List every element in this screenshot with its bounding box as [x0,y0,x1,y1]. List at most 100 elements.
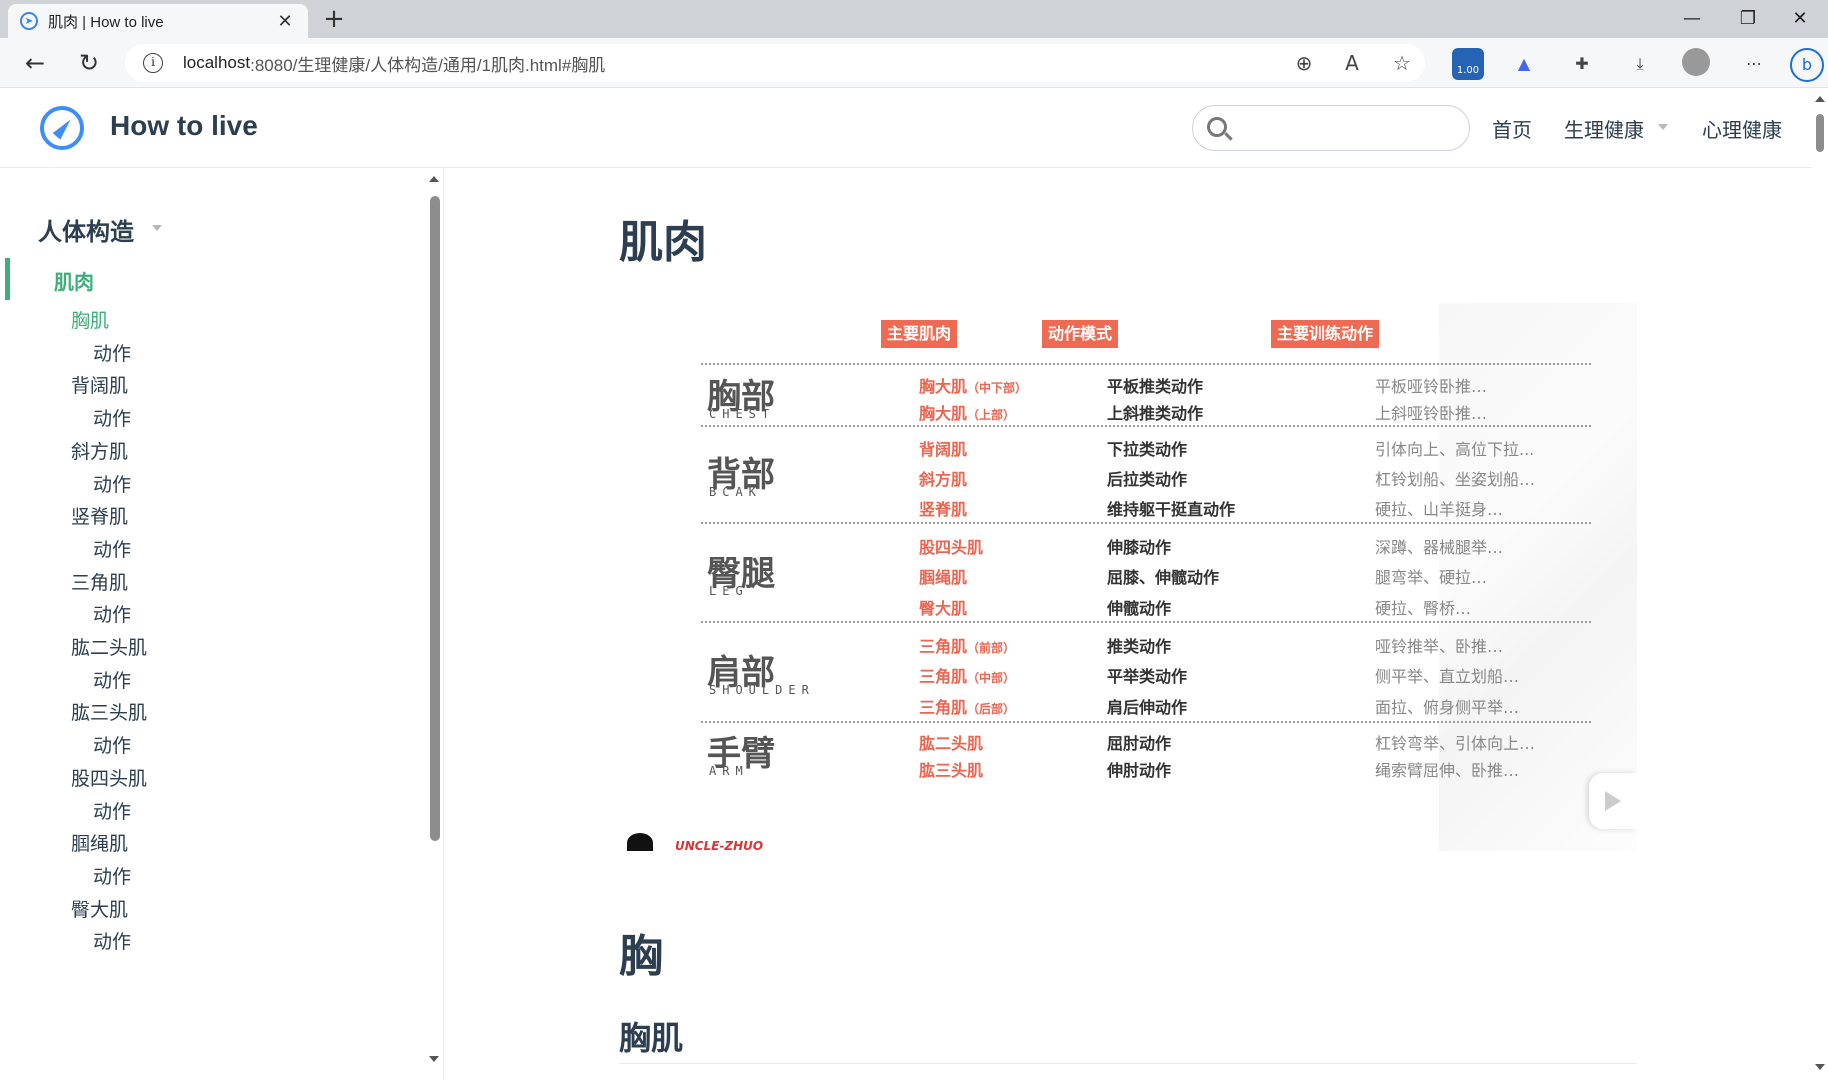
movement-pattern: 肩后伸动作 [1107,698,1188,717]
scroll-up-icon[interactable] [1815,96,1825,102]
sidebar-subitem-action[interactable]: 动作 [93,862,131,889]
scrollbar-thumb[interactable] [430,196,440,841]
favorite-star-icon[interactable]: ☆ [1383,44,1421,82]
sidebar-subitem-action[interactable]: 动作 [93,927,131,954]
sidebar-item[interactable]: 股四头肌 [71,764,147,791]
muscle-name: 胸大肌（上部） [919,400,1015,424]
extension-badge-icon[interactable]: 1.00 [1452,48,1484,80]
scroll-down-icon[interactable] [429,1056,439,1062]
sidebar-item[interactable]: 臀大肌 [71,895,128,922]
scroll-up-icon[interactable] [429,176,439,182]
sidebar-item[interactable]: 腘绳肌 [71,829,128,856]
puzzle-icon[interactable]: ✚ [1566,48,1598,80]
muscle-part: （中下部） [967,381,1028,395]
page-title: 肌肉 [619,217,707,268]
muscle-part: （中部） [967,671,1016,685]
exercise-list: 硬拉、臀桥… [1375,599,1472,618]
url-input[interactable]: i localhost:8080/生理健康/人体构造/通用/1肌肉.html#胸… [125,44,1425,82]
sidebar-subitem-action[interactable]: 动作 [93,600,131,627]
page-scrollbar[interactable] [1812,88,1828,1080]
sidebar-subitem-action[interactable]: 动作 [93,666,131,693]
sidebar-item[interactable]: 肱三头肌 [71,698,147,725]
body-part-english: BCAK [709,485,762,499]
sidebar-subitem-action[interactable]: 动作 [93,731,131,758]
body-part-english: LEG [709,584,749,598]
sidebar-subitem-action[interactable]: 动作 [93,797,131,824]
movement-pattern: 推类动作 [1107,637,1172,656]
scroll-down-icon[interactable] [1815,1064,1825,1070]
muscle-name-text: 腘绳肌 [919,568,968,587]
muscle-name-text: 股四头肌 [919,538,984,557]
movement-pattern: 下拉类动作 [1107,440,1188,459]
exercise-list: 哑铃推举、卧推… [1375,637,1504,656]
profile-avatar[interactable] [1682,48,1710,76]
refresh-icon[interactable]: ↻ [70,44,108,82]
sidebar-subitem-action[interactable]: 动作 [93,535,131,562]
movement-pattern: 后拉类动作 [1107,470,1188,489]
search-input[interactable] [1192,105,1470,151]
sidebar-subitem-action[interactable]: 动作 [93,339,131,366]
exercise-list: 腿弯举、硬拉… [1375,568,1488,587]
extension-badge-text: 1.00 [1456,65,1480,76]
sidebar-item[interactable]: 三角肌 [71,568,128,595]
browser-tabstrip: ➤ 肌肉 | How to live ✕ + — ❐ ✕ [0,0,1828,38]
sidebar-item[interactable]: 背阔肌 [71,371,128,398]
close-window-button[interactable]: ✕ [1772,0,1828,38]
movement-pattern: 维持躯干挺直动作 [1107,500,1236,519]
movement-pattern: 伸髋动作 [1107,599,1172,618]
info-icon[interactable]: i [143,53,163,73]
download-icon[interactable]: ⤓ [1624,48,1656,80]
sidebar: 人体构造 肌肉 胸肌 动作 背阔肌 动作 斜方肌 动作 竖脊肌 动作 三角肌 动作 肱二头肌 动作 肱三… [0,168,444,1080]
sidebar-item[interactable]: 竖脊肌 [71,502,128,529]
movement-pattern: 屈肘动作 [1107,734,1172,753]
browser-tab[interactable]: ➤ 肌肉 | How to live ✕ [8,4,308,38]
compass-logo-icon[interactable] [40,106,84,150]
sidebar-item[interactable]: 胸肌 [71,306,109,333]
site-title[interactable]: How to live [110,110,258,142]
muscle-name: 股四头肌 [919,534,983,558]
new-tab-button[interactable]: + [318,4,350,36]
author-logo [627,833,653,851]
muscle-part: （后部） [967,702,1016,716]
chevron-down-icon[interactable] [152,225,162,231]
exercise-list: 平板哑铃卧推… [1375,377,1488,396]
muscle-part: （前部） [967,641,1016,655]
movement-pattern: 伸膝动作 [1107,538,1172,557]
muscle-name: 胸大肌（中下部） [919,373,1027,397]
restore-button[interactable]: ❐ [1720,0,1776,38]
extension-icon[interactable]: ▲ [1508,48,1540,80]
play-icon[interactable] [1589,773,1637,829]
more-menu-icon[interactable]: ⋯ [1738,48,1770,80]
movement-pattern: 屈膝、伸髋动作 [1107,568,1220,587]
scrollbar-thumb[interactable] [1816,114,1824,152]
movement-pattern: 平举类动作 [1107,667,1188,686]
chevron-down-icon[interactable] [1658,124,1668,130]
header-movement-pattern: 动作模式 [1042,320,1118,348]
url-host: localhost [183,53,251,72]
sidebar-subitem-action[interactable]: 动作 [93,404,131,431]
minimize-button[interactable]: — [1664,0,1720,38]
nav-mental-health[interactable]: 心理健康 [1702,114,1782,143]
exercise-list: 面拉、俯身侧平举… [1375,698,1520,717]
sidebar-item[interactable]: 斜方肌 [71,437,128,464]
sidebar-scrollbar[interactable] [428,168,443,1080]
zoom-icon[interactable]: ⊕ [1285,44,1323,82]
sidebar-item[interactable]: 肱二头肌 [71,633,147,660]
muscle-name-text: 臀大肌 [919,599,968,618]
sidebar-subitem-action[interactable]: 动作 [93,470,131,497]
close-tab-icon[interactable]: ✕ [274,11,296,32]
back-icon[interactable]: ← [16,44,54,82]
read-aloud-icon[interactable]: A [1333,44,1371,82]
muscle-name: 肱二头肌 [919,730,983,754]
nav-physical-health[interactable]: 生理健康 [1564,114,1644,143]
muscle-name-text: 肱三头肌 [919,761,984,780]
nav-home[interactable]: 首页 [1492,114,1532,143]
muscle-name: 臀大肌 [919,595,967,619]
bing-chat-icon[interactable]: b [1790,48,1824,82]
muscle-name-text: 胸大肌 [919,404,968,423]
exercise-list: 硬拉、山羊挺身… [1375,500,1504,519]
site-header: How to live 首页 生理健康 心理健康 [0,88,1812,168]
sidebar-group-title[interactable]: 人体构造 [38,212,134,247]
muscle-name: 三角肌（中部） [919,663,1015,687]
sidebar-section-muscle[interactable]: 肌肉 [54,266,94,295]
